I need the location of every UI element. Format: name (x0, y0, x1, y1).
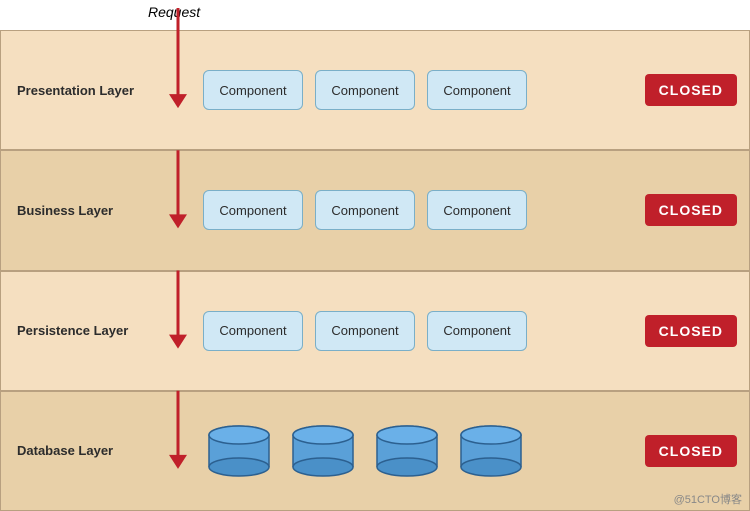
db-cylinder-1 (287, 425, 359, 477)
db-cylinder-0 (203, 425, 275, 477)
closed-badge-persistence: CLOSED (645, 315, 737, 347)
layer-persistence: Persistence LayerComponentComponentCompo… (0, 271, 750, 391)
layer-name-database: Database Layer (13, 443, 143, 458)
db-cylinder-3 (455, 425, 527, 477)
component-box-persistence-0: Component (203, 311, 303, 351)
layer-business: Business LayerComponentComponentComponen… (0, 150, 750, 270)
closed-badge-database: CLOSED (645, 435, 737, 467)
request-label: Request (148, 4, 200, 20)
component-box-presentation-1: Component (315, 70, 415, 110)
layer-database: Database Layer (0, 391, 750, 511)
component-box-presentation-0: Component (203, 70, 303, 110)
layer-name-presentation: Presentation Layer (13, 83, 143, 98)
diagram-wrapper: Request Presentation LayerComponentCompo… (0, 0, 750, 511)
components-area-business: Component Component Component (203, 190, 645, 230)
component-box-persistence-1: Component (315, 311, 415, 351)
layer-name-persistence: Persistence Layer (13, 323, 143, 338)
components-area-persistence: Component Component Component (203, 311, 645, 351)
closed-badge-presentation: CLOSED (645, 74, 737, 106)
components-area-database (203, 425, 645, 477)
layer-presentation: Presentation LayerComponentComponentComp… (0, 30, 750, 150)
components-area-presentation: Component Component Component (203, 70, 645, 110)
db-cylinder-2 (371, 425, 443, 477)
component-box-business-0: Component (203, 190, 303, 230)
component-box-persistence-2: Component (427, 311, 527, 351)
watermark: @51CTO博客 (674, 491, 742, 507)
component-box-business-1: Component (315, 190, 415, 230)
component-box-business-2: Component (427, 190, 527, 230)
closed-badge-business: CLOSED (645, 194, 737, 226)
component-box-presentation-2: Component (427, 70, 527, 110)
layers-container: Presentation LayerComponentComponentComp… (0, 0, 750, 511)
layer-name-business: Business Layer (13, 203, 143, 218)
